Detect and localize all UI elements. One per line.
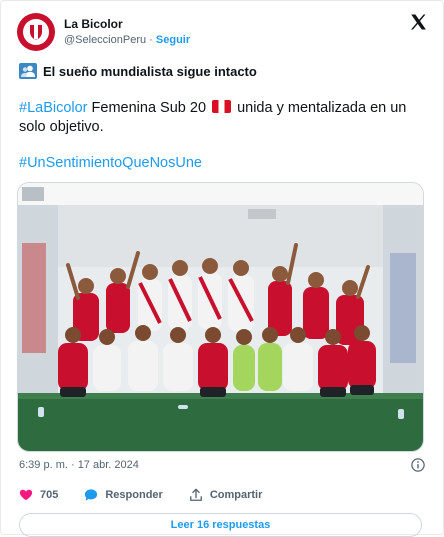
like-button[interactable]: 705 xyxy=(19,488,58,502)
author-names: La Bicolor @SeleccionPeru · Seguir xyxy=(64,16,190,48)
author-handle-row: @SeleccionPeru · Seguir xyxy=(64,32,190,48)
peru-flag-icon xyxy=(212,100,232,113)
tweet-header: La Bicolor @SeleccionPeru · Seguir xyxy=(17,11,427,53)
share-label: Compartir xyxy=(209,489,263,501)
post-image[interactable] xyxy=(17,182,424,452)
post-hashtag-line: #UnSentimientoQueNosUne xyxy=(19,155,202,171)
hashtag-la-bicolor[interactable]: #LaBicolor xyxy=(19,100,88,116)
read-replies-label: Leer 16 respuestas xyxy=(170,519,271,531)
reply-bubble-icon xyxy=(85,489,98,501)
x-logo-icon[interactable] xyxy=(409,13,427,31)
post-headline: El sueño mundialista sigue intacto xyxy=(43,63,257,79)
reply-label: Responder xyxy=(105,489,163,501)
heart-icon xyxy=(19,489,33,501)
share-icon xyxy=(189,488,202,501)
reply-button[interactable]: Responder xyxy=(84,488,163,502)
author-handle[interactable]: @SeleccionPeru xyxy=(64,34,146,46)
author-display-name[interactable]: La Bicolor xyxy=(64,16,190,32)
avatar[interactable] xyxy=(17,13,55,51)
post-headline-row: El sueño mundialista sigue intacto xyxy=(19,63,257,79)
info-icon[interactable] xyxy=(411,458,425,472)
people-icon xyxy=(19,63,37,79)
post-text: #LaBicolor Femenina Sub 20 unida y menta… xyxy=(19,99,429,137)
tweet-card: La Bicolor @SeleccionPeru · Seguir El su… xyxy=(0,0,444,537)
post-timestamp[interactable]: 6:39 p. m. · 17 abr. 2024 xyxy=(19,459,139,471)
action-bar: 705 Responder Compartir xyxy=(19,488,288,502)
share-button[interactable]: Compartir xyxy=(189,488,263,502)
read-replies-button[interactable]: Leer 16 respuestas xyxy=(19,513,422,537)
hashtag-un-sentimiento[interactable]: #UnSentimientoQueNosUne xyxy=(19,155,202,171)
follow-button[interactable]: Seguir xyxy=(156,34,190,46)
post-text-part1: Femenina Sub 20 xyxy=(91,100,207,116)
separator: · xyxy=(149,34,153,46)
team-photo-illustration xyxy=(18,183,423,451)
fpf-crest-icon xyxy=(23,19,49,45)
like-count: 705 xyxy=(40,489,59,501)
